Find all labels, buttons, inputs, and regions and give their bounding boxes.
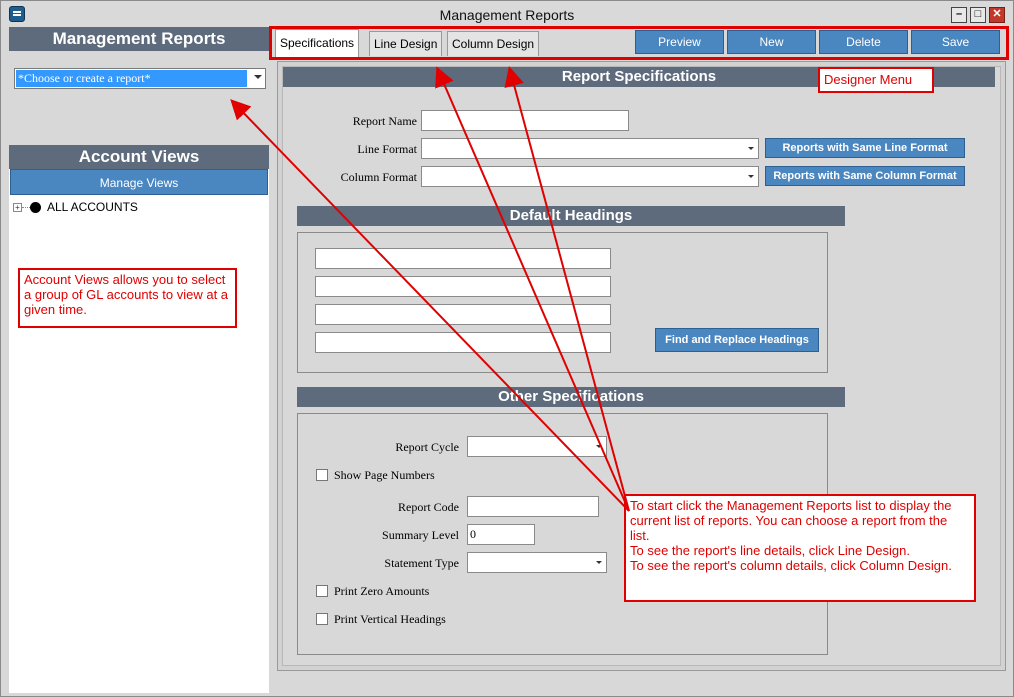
heading-3-input[interactable] xyxy=(315,304,611,325)
show-page-numbers-label: Show Page Numbers xyxy=(334,468,435,482)
chevron-down-icon xyxy=(596,445,602,448)
reports-same-line-format-button[interactable]: Reports with Same Line Format xyxy=(765,138,965,158)
statement-type-select[interactable] xyxy=(467,552,607,573)
expand-icon[interactable]: + xyxy=(13,202,22,212)
chevron-down-icon xyxy=(596,561,602,564)
minimize-icon[interactable]: – xyxy=(951,7,967,23)
management-reports-header: Management Reports xyxy=(9,27,269,51)
title-bar: Management Reports – □ ✕ xyxy=(1,1,1013,27)
column-format-label: Column Format xyxy=(340,170,417,184)
report-select-value: *Choose or create a report* xyxy=(16,70,247,87)
left-panel: Management Reports *Choose or create a r… xyxy=(9,27,269,693)
tree-item-label: ALL ACCOUNTS xyxy=(47,200,138,214)
line-format-select[interactable] xyxy=(421,138,759,159)
find-replace-headings-button[interactable]: Find and Replace Headings xyxy=(655,328,819,352)
manage-views-button[interactable]: Manage Views xyxy=(10,169,268,195)
close-icon[interactable]: ✕ xyxy=(989,7,1005,23)
callout-line-2: To see the report's line details, click … xyxy=(630,543,910,558)
tree-connector xyxy=(22,206,30,208)
report-cycle-select[interactable] xyxy=(467,436,607,457)
account-views-callout: Account Views allows you to select a gro… xyxy=(18,268,237,328)
report-name-input[interactable] xyxy=(421,110,629,131)
summary-level-input[interactable]: 0 xyxy=(467,524,535,545)
print-zero-amounts-label: Print Zero Amounts xyxy=(334,584,430,598)
show-page-numbers-checkbox[interactable] xyxy=(316,469,328,481)
app-window: Management Reports – □ ✕ Management Repo… xyxy=(0,0,1014,697)
window-title: Management Reports xyxy=(439,7,575,23)
column-format-select[interactable] xyxy=(421,166,759,187)
print-zero-amounts-checkbox[interactable] xyxy=(316,585,328,597)
report-name-label: Report Name xyxy=(352,114,417,128)
report-cycle-label: Report Cycle xyxy=(395,440,459,454)
designer-menu-callout: Designer Menu xyxy=(818,67,934,93)
callout-line-1: To start click the Management Reports li… xyxy=(630,498,952,543)
callout-line-3: To see the report's column details, clic… xyxy=(630,558,952,573)
report-code-label: Report Code xyxy=(398,500,459,514)
summary-level-label: Summary Level xyxy=(382,528,459,542)
getting-started-callout: To start click the Management Reports li… xyxy=(624,494,976,602)
designer-menu-highlight xyxy=(269,26,1009,60)
maximize-icon[interactable]: □ xyxy=(970,7,986,23)
tree-item-all-accounts[interactable]: + ALL ACCOUNTS xyxy=(13,199,138,215)
default-headings-header: Default Headings xyxy=(297,206,845,226)
report-select[interactable]: *Choose or create a report* xyxy=(14,68,266,89)
heading-1-input[interactable] xyxy=(315,248,611,269)
chevron-down-icon xyxy=(254,75,262,79)
print-vertical-headings-checkbox[interactable] xyxy=(316,613,328,625)
chevron-down-icon xyxy=(748,147,754,150)
account-group-icon xyxy=(30,201,41,213)
statement-type-label: Statement Type xyxy=(384,556,459,570)
print-vertical-headings-label: Print Vertical Headings xyxy=(334,612,446,626)
chevron-down-icon xyxy=(748,175,754,178)
other-specifications-header: Other Specifications xyxy=(297,387,845,407)
line-format-label: Line Format xyxy=(357,142,417,156)
reports-same-column-format-button[interactable]: Reports with Same Column Format xyxy=(765,166,965,186)
account-views-header: Account Views xyxy=(9,145,269,169)
heading-2-input[interactable] xyxy=(315,276,611,297)
report-code-input[interactable] xyxy=(467,496,599,517)
heading-4-input[interactable] xyxy=(315,332,611,353)
